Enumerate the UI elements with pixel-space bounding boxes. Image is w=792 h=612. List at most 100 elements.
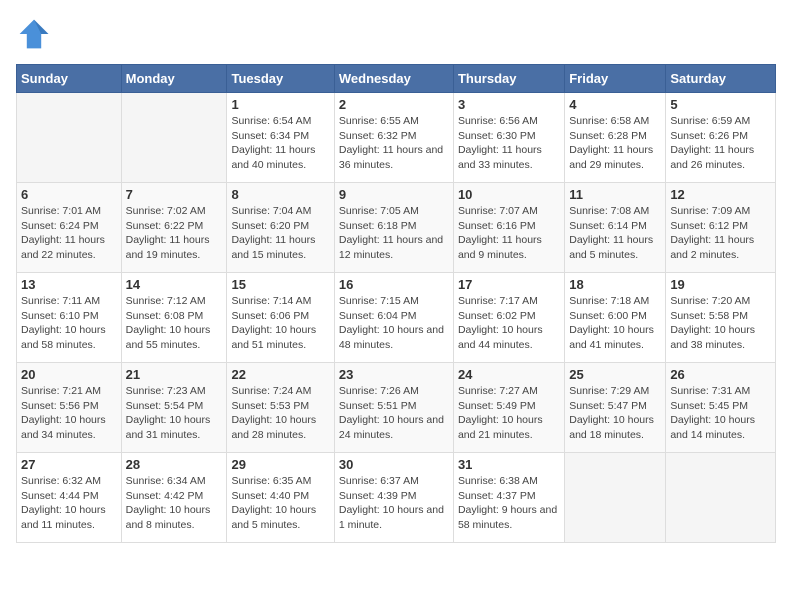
day-info: Sunrise: 7:31 AM Sunset: 5:45 PM Dayligh… bbox=[670, 384, 771, 443]
day-number: 19 bbox=[670, 277, 771, 292]
calendar-cell bbox=[565, 453, 666, 543]
page-header bbox=[16, 16, 776, 52]
calendar-cell: 21Sunrise: 7:23 AM Sunset: 5:54 PM Dayli… bbox=[121, 363, 227, 453]
day-of-week-header: Friday bbox=[565, 65, 666, 93]
calendar-cell: 7 Sunrise: 7:02 AM Sunset: 6:22 PM Daylig… bbox=[121, 183, 227, 273]
calendar-cell: 14 Sunrise: 7:12 AM Sunset: 6:08 PM Dayli… bbox=[121, 273, 227, 363]
day-number: 16 bbox=[339, 277, 449, 292]
day-number: 12 bbox=[670, 187, 771, 202]
day-number: 14 bbox=[126, 277, 223, 292]
calendar-cell: 23 Sunrise: 7:26 AM Sunset: 5:51 PM Dayli… bbox=[334, 363, 453, 453]
day-number: 18 bbox=[569, 277, 661, 292]
day-info: Sunrise: 6:35 AM Sunset: 4:40 PM Dayligh… bbox=[231, 474, 329, 533]
day-info: Sunrise: 7:01 AM Sunset: 6:24 PM Dayligh… bbox=[21, 204, 117, 263]
day-number: 5 bbox=[670, 97, 771, 112]
day-number: 20 bbox=[21, 367, 117, 382]
day-info: Sunrise: 6:56 AM Sunset: 6:30 PM Dayligh… bbox=[458, 114, 560, 173]
calendar-cell: 18 Sunrise: 7:18 AM Sunset: 6:00 PM Dayli… bbox=[565, 273, 666, 363]
day-info: Sunrise: 7:14 AM Sunset: 6:06 PM Dayligh… bbox=[231, 294, 329, 353]
calendar-table: SundayMondayTuesdayWednesdayThursdayFrid… bbox=[16, 64, 776, 543]
calendar-week-row: 6 Sunrise: 7:01 AM Sunset: 6:24 PM Daylig… bbox=[17, 183, 776, 273]
day-number: 30 bbox=[339, 457, 449, 472]
day-number: 3 bbox=[458, 97, 560, 112]
calendar-week-row: 27 Sunrise: 6:32 AM Sunset: 4:44 PM Dayli… bbox=[17, 453, 776, 543]
day-number: 8 bbox=[231, 187, 329, 202]
day-info: Sunrise: 6:54 AM Sunset: 6:34 PM Dayligh… bbox=[231, 114, 329, 173]
calendar-cell: 10 Sunrise: 7:07 AM Sunset: 6:16 PM Dayli… bbox=[453, 183, 564, 273]
day-info: Sunrise: 6:59 AM Sunset: 6:26 PM Dayligh… bbox=[670, 114, 771, 173]
day-number: 25 bbox=[569, 367, 661, 382]
calendar-cell: 22Sunrise: 7:24 AM Sunset: 5:53 PM Dayli… bbox=[227, 363, 334, 453]
day-info: Sunrise: 7:17 AM Sunset: 6:02 PM Dayligh… bbox=[458, 294, 560, 353]
day-of-week-header: Monday bbox=[121, 65, 227, 93]
day-number: 21 bbox=[126, 367, 223, 382]
day-info: Sunrise: 7:21 AM Sunset: 5:56 PM Dayligh… bbox=[21, 384, 117, 443]
day-info: Sunrise: 7:09 AM Sunset: 6:12 PM Dayligh… bbox=[670, 204, 771, 263]
calendar-cell: 19 Sunrise: 7:20 AM Sunset: 5:58 PM Dayli… bbox=[666, 273, 776, 363]
day-number: 31 bbox=[458, 457, 560, 472]
day-number: 28 bbox=[126, 457, 223, 472]
day-info: Sunrise: 7:11 AM Sunset: 6:10 PM Dayligh… bbox=[21, 294, 117, 353]
calendar-cell bbox=[121, 93, 227, 183]
day-number: 24 bbox=[458, 367, 560, 382]
logo-icon bbox=[16, 16, 52, 52]
calendar-cell: 29 Sunrise: 6:35 AM Sunset: 4:40 PM Dayli… bbox=[227, 453, 334, 543]
day-number: 29 bbox=[231, 457, 329, 472]
day-of-week-header: Thursday bbox=[453, 65, 564, 93]
day-number: 15 bbox=[231, 277, 329, 292]
day-of-week-header: Saturday bbox=[666, 65, 776, 93]
calendar-cell: 26 Sunrise: 7:31 AM Sunset: 5:45 PM Dayli… bbox=[666, 363, 776, 453]
calendar-cell: 2 Sunrise: 6:55 AM Sunset: 6:32 PM Daylig… bbox=[334, 93, 453, 183]
calendar-cell: 5 Sunrise: 6:59 AM Sunset: 6:26 PM Daylig… bbox=[666, 93, 776, 183]
day-number: 2 bbox=[339, 97, 449, 112]
calendar-cell: 31 Sunrise: 6:38 AM Sunset: 4:37 PM Dayli… bbox=[453, 453, 564, 543]
day-number: 9 bbox=[339, 187, 449, 202]
calendar-week-row: 13 Sunrise: 7:11 AM Sunset: 6:10 PM Dayli… bbox=[17, 273, 776, 363]
day-info: Sunrise: 6:32 AM Sunset: 4:44 PM Dayligh… bbox=[21, 474, 117, 533]
day-number: 23 bbox=[339, 367, 449, 382]
day-number: 1 bbox=[231, 97, 329, 112]
day-number: 13 bbox=[21, 277, 117, 292]
day-info: Sunrise: 6:38 AM Sunset: 4:37 PM Dayligh… bbox=[458, 474, 560, 533]
calendar-cell: 4 Sunrise: 6:58 AM Sunset: 6:28 PM Daylig… bbox=[565, 93, 666, 183]
calendar-cell: 15 Sunrise: 7:14 AM Sunset: 6:06 PM Dayli… bbox=[227, 273, 334, 363]
day-info: Sunrise: 7:15 AM Sunset: 6:04 PM Dayligh… bbox=[339, 294, 449, 353]
calendar-cell: 13 Sunrise: 7:11 AM Sunset: 6:10 PM Dayli… bbox=[17, 273, 122, 363]
day-of-week-header: Wednesday bbox=[334, 65, 453, 93]
day-info: Sunrise: 7:02 AM Sunset: 6:22 PM Dayligh… bbox=[126, 204, 223, 263]
day-number: 6 bbox=[21, 187, 117, 202]
day-number: 7 bbox=[126, 187, 223, 202]
day-info: Sunrise: 7:20 AM Sunset: 5:58 PM Dayligh… bbox=[670, 294, 771, 353]
day-number: 27 bbox=[21, 457, 117, 472]
day-number: 22 bbox=[231, 367, 329, 382]
calendar-cell: 30 Sunrise: 6:37 AM Sunset: 4:39 PM Dayli… bbox=[334, 453, 453, 543]
calendar-cell: 28Sunrise: 6:34 AM Sunset: 4:42 PM Dayli… bbox=[121, 453, 227, 543]
day-info: Sunrise: 7:12 AM Sunset: 6:08 PM Dayligh… bbox=[126, 294, 223, 353]
day-info: Sunrise: 6:55 AM Sunset: 6:32 PM Dayligh… bbox=[339, 114, 449, 173]
day-info: Sunrise: 6:37 AM Sunset: 4:39 PM Dayligh… bbox=[339, 474, 449, 533]
calendar-cell bbox=[17, 93, 122, 183]
day-number: 10 bbox=[458, 187, 560, 202]
day-info: Sunrise: 7:26 AM Sunset: 5:51 PM Dayligh… bbox=[339, 384, 449, 443]
day-of-week-header: Tuesday bbox=[227, 65, 334, 93]
day-info: Sunrise: 6:58 AM Sunset: 6:28 PM Dayligh… bbox=[569, 114, 661, 173]
calendar-cell: 16 Sunrise: 7:15 AM Sunset: 6:04 PM Dayli… bbox=[334, 273, 453, 363]
calendar-cell: 6 Sunrise: 7:01 AM Sunset: 6:24 PM Daylig… bbox=[17, 183, 122, 273]
calendar-cell: 3 Sunrise: 6:56 AM Sunset: 6:30 PM Daylig… bbox=[453, 93, 564, 183]
day-info: Sunrise: 7:18 AM Sunset: 6:00 PM Dayligh… bbox=[569, 294, 661, 353]
day-number: 17 bbox=[458, 277, 560, 292]
calendar-cell: 20 Sunrise: 7:21 AM Sunset: 5:56 PM Dayli… bbox=[17, 363, 122, 453]
calendar-cell: 1 Sunrise: 6:54 AM Sunset: 6:34 PM Daylig… bbox=[227, 93, 334, 183]
calendar-week-row: 20 Sunrise: 7:21 AM Sunset: 5:56 PM Dayli… bbox=[17, 363, 776, 453]
day-number: 4 bbox=[569, 97, 661, 112]
day-info: Sunrise: 7:04 AM Sunset: 6:20 PM Dayligh… bbox=[231, 204, 329, 263]
day-info: Sunrise: 7:08 AM Sunset: 6:14 PM Dayligh… bbox=[569, 204, 661, 263]
day-info: Sunrise: 7:07 AM Sunset: 6:16 PM Dayligh… bbox=[458, 204, 560, 263]
calendar-cell: 27 Sunrise: 6:32 AM Sunset: 4:44 PM Dayli… bbox=[17, 453, 122, 543]
day-number: 26 bbox=[670, 367, 771, 382]
day-info: Sunrise: 7:05 AM Sunset: 6:18 PM Dayligh… bbox=[339, 204, 449, 263]
calendar-cell: 25 Sunrise: 7:29 AM Sunset: 5:47 PM Dayli… bbox=[565, 363, 666, 453]
day-of-week-header: Sunday bbox=[17, 65, 122, 93]
day-info: Sunrise: 7:29 AM Sunset: 5:47 PM Dayligh… bbox=[569, 384, 661, 443]
calendar-cell: 11Sunrise: 7:08 AM Sunset: 6:14 PM Dayli… bbox=[565, 183, 666, 273]
